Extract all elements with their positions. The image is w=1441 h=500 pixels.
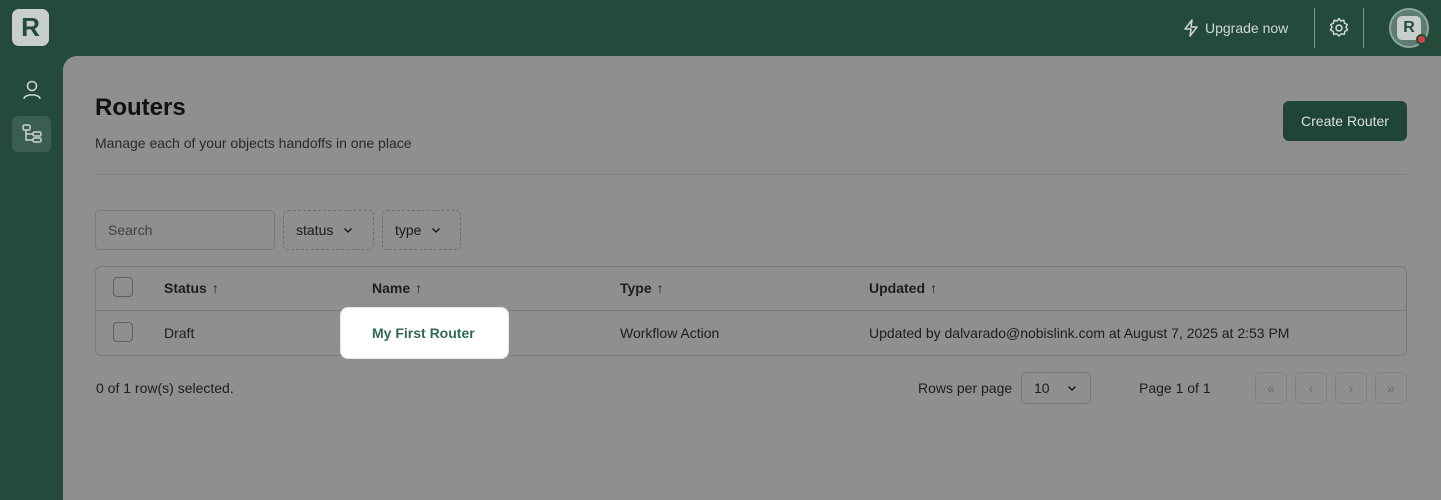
column-header-status[interactable]: Status ↑ [164,280,219,296]
rows-per-page-select[interactable]: 10 [1021,372,1091,404]
rows-per-page-label: Rows per page [918,380,1013,396]
routers-table: Status ↑ Name ↑ Type ↑ Updated ↑ Draft My Fi… [95,266,1407,358]
sort-arrow-icon: ↑ [211,280,219,296]
last-page-button[interactable]: » [1375,372,1407,404]
double-chevron-left-icon: « [1267,380,1275,396]
divider [1363,8,1364,48]
column-header-label: Status [164,280,207,296]
settings-button[interactable] [1327,16,1351,40]
status-filter-button[interactable]: status [283,210,374,250]
top-bar: R Upgrade now R [0,0,1441,56]
column-header-label: Updated [869,280,925,296]
sort-arrow-icon: ↑ [656,280,664,296]
sidebar-item-routers[interactable] [12,116,51,152]
page-indicator: Page 1 of 1 [1139,380,1211,396]
page-subtitle: Manage each of your objects handoffs in … [95,135,412,151]
router-updated: Updated by dalvarado@nobislink.com at Au… [869,325,1290,341]
row-divider [96,310,1406,311]
user-icon [22,80,41,100]
main-panel: Routers Manage each of your objects hand… [63,56,1441,500]
previous-page-button[interactable]: ‹ [1295,372,1327,404]
next-page-button[interactable]: › [1335,372,1367,404]
row-checkbox[interactable] [113,322,133,342]
routers-icon [21,124,42,143]
column-header-type[interactable]: Type ↑ [620,280,664,296]
chevron-down-icon [432,227,441,234]
sidebar-item-users[interactable] [12,72,51,108]
column-header-label: Type [620,280,652,296]
double-chevron-right-icon: » [1387,380,1395,396]
sort-arrow-icon: ↑ [415,280,423,296]
chevron-left-icon: ‹ [1308,380,1314,396]
upgrade-now-label: Upgrade now [1205,20,1289,36]
type-filter-label: type [395,222,422,238]
status-filter-label: status [296,222,334,238]
router-type: Workflow Action [620,325,720,341]
column-header-updated[interactable]: Updated ↑ [869,280,937,296]
user-avatar[interactable]: R [1389,8,1429,48]
create-router-button[interactable]: Create Router [1283,101,1407,141]
selection-count: 0 of 1 row(s) selected. [96,380,234,396]
chevron-right-icon: › [1348,380,1354,396]
logo-letter: R [21,12,40,42]
upgrade-now-link[interactable]: Upgrade now [1183,16,1288,40]
notification-dot [1416,34,1427,45]
select-all-checkbox[interactable] [113,277,133,297]
sort-arrow-icon: ↑ [930,280,937,296]
divider [95,174,1407,175]
gear-icon [1329,17,1349,37]
rows-per-page-value: 10 [1034,380,1050,396]
page-title: Routers [95,94,186,121]
search-input[interactable] [95,210,275,250]
lightning-icon [1184,19,1198,37]
app-logo[interactable]: R [12,9,49,46]
divider [1314,8,1315,48]
chevron-down-icon [344,227,353,234]
chevron-down-icon [1067,385,1077,392]
column-header-label: Name [372,280,411,296]
type-filter-button[interactable]: type [382,210,461,250]
first-page-button[interactable]: « [1255,372,1287,404]
router-name-link[interactable]: My First Router [372,325,475,341]
router-status: Draft [164,325,195,341]
column-header-name[interactable]: Name ↑ [372,280,422,296]
